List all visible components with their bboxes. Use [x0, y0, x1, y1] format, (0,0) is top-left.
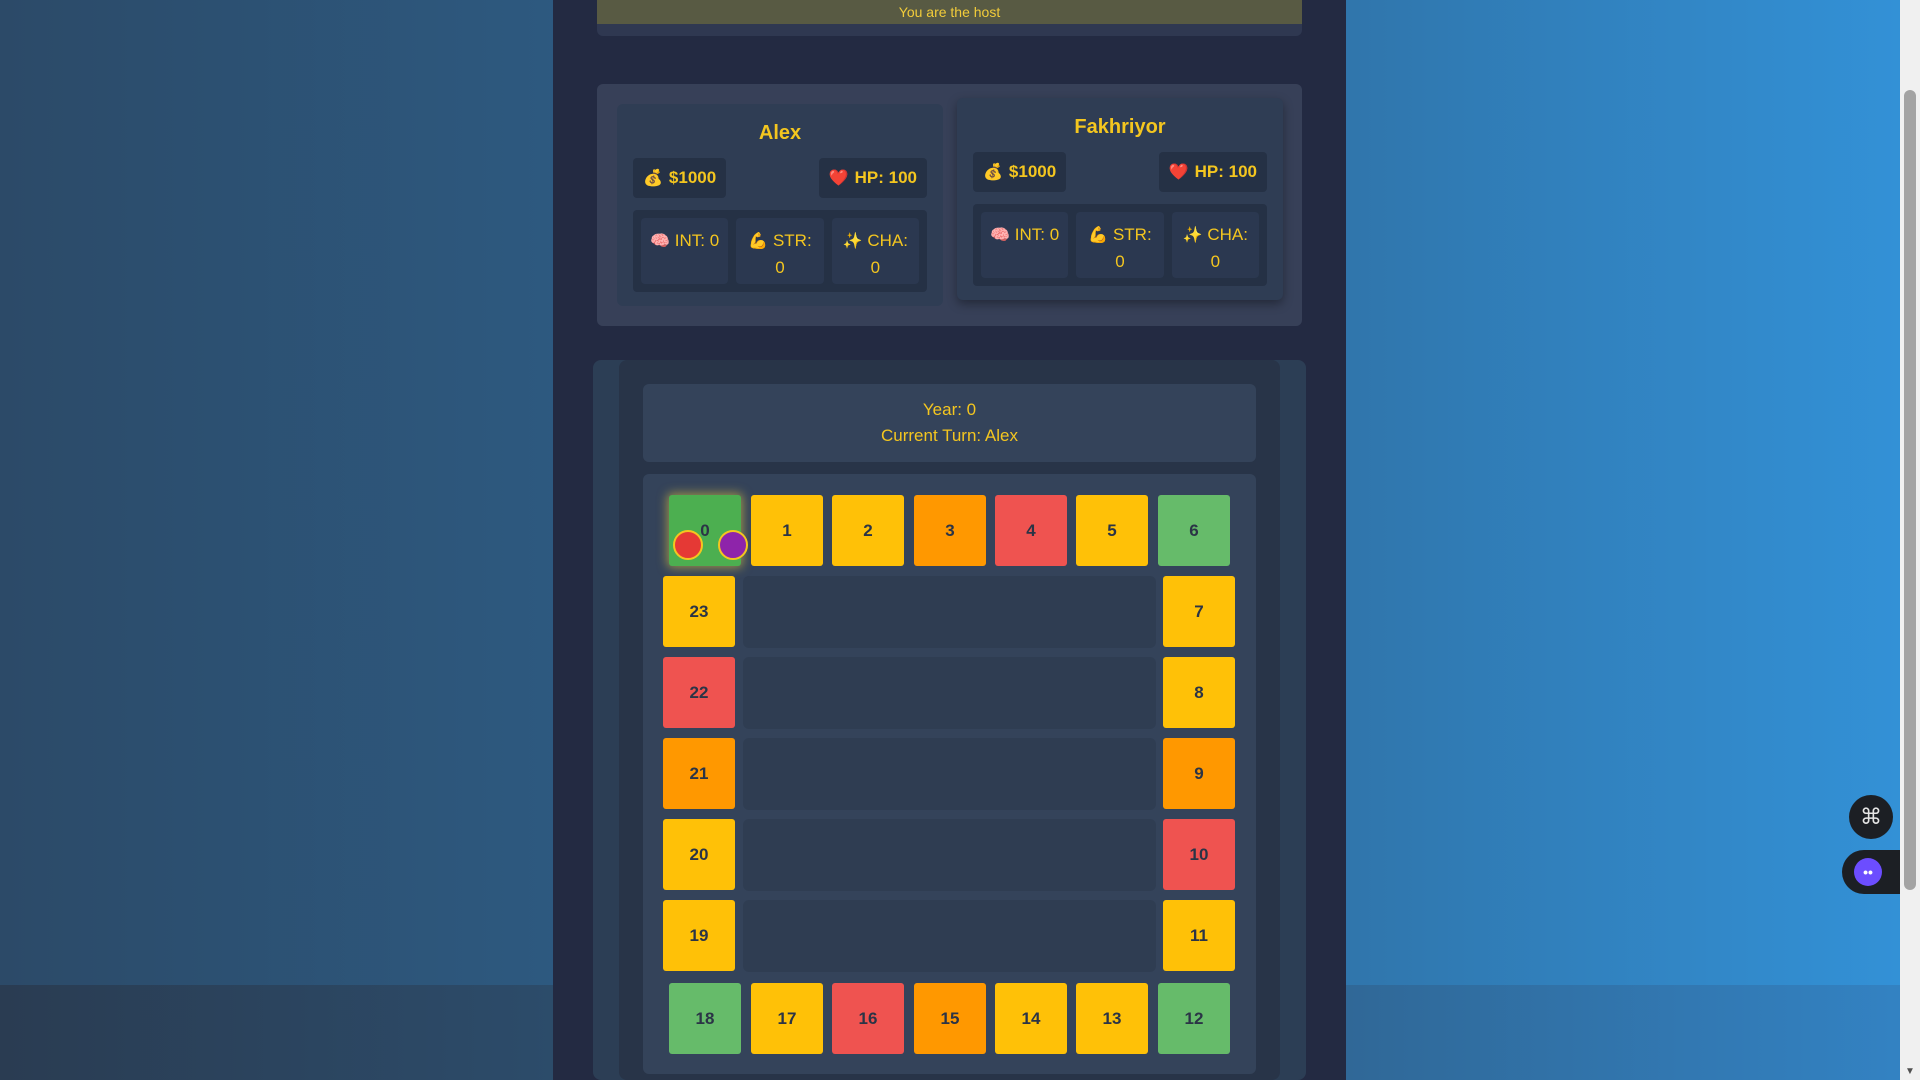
board-tile-18: 18	[669, 983, 741, 1054]
game-board: 0 1 2 3 4 5 6 7 8 9 10 11 12 13 14 15 16 17 18 19 20 21 22 23	[643, 474, 1256, 1074]
player-token-alex	[673, 530, 703, 560]
assistant-face-icon: ••	[1854, 858, 1882, 886]
brain-icon: 🧠	[650, 233, 671, 250]
board-tile-10: 10	[1163, 819, 1235, 890]
board-center-lane	[743, 738, 1156, 810]
brain-icon: 🧠	[990, 227, 1011, 244]
board-tile-8: 8	[1163, 657, 1235, 728]
board-center-lane	[743, 576, 1156, 648]
player-token-fakhriyor	[718, 530, 748, 560]
board-tile-17: 17	[751, 983, 823, 1054]
board-tile-23: 23	[663, 576, 735, 647]
stats-row: 🧠 INT: 0 💪 STR: 0 ✨ CHA: 0	[633, 210, 927, 292]
board-tile-22: 22	[663, 657, 735, 728]
hp-chip: ❤️ HP: 100	[818, 158, 927, 198]
scrollbar-thumb[interactable]	[1904, 90, 1916, 890]
players-panel: Alex 💰 $1000 ❤️ HP: 100 🧠 INT: 0 💪 STR: …	[597, 84, 1302, 326]
year-label: Year: 0	[922, 400, 977, 419]
board-tile-1: 1	[751, 495, 823, 566]
board-tile-7: 7	[1163, 576, 1235, 647]
money-chip: 💰 $1000	[973, 152, 1067, 192]
stat-int: 🧠 INT: 0	[981, 212, 1069, 278]
board-tile-15: 15	[914, 983, 986, 1054]
stat-int: 🧠 INT: 0	[641, 218, 729, 284]
board-tile-2: 2	[832, 495, 904, 566]
host-banner: You are the host	[597, 0, 1302, 36]
flexed-biceps-icon: 💪	[1088, 227, 1109, 244]
heart-icon: ❤️	[828, 170, 849, 187]
page-scrollbar[interactable]: ▼	[1900, 0, 1920, 1080]
player-name: Alex	[758, 122, 802, 144]
player-card-alex: Alex 💰 $1000 ❤️ HP: 100 🧠 INT: 0 💪 STR: …	[617, 104, 943, 306]
board-tile-6: 6	[1158, 495, 1230, 566]
board-tile-12: 12	[1158, 983, 1230, 1054]
money-value: $1000	[668, 168, 717, 187]
flexed-biceps-icon: 💪	[748, 233, 769, 250]
board-center-lane	[743, 819, 1156, 891]
player-card-fakhriyor: Fakhriyor 💰 $1000 ❤️ HP: 100 🧠 INT: 0 💪 …	[957, 98, 1283, 300]
current-turn-label: Current Turn: Alex	[880, 426, 1018, 445]
board-tile-5: 5	[1076, 495, 1148, 566]
board-center-lane	[743, 900, 1156, 972]
money-chip: 💰 $1000	[633, 158, 727, 198]
assistant-tab[interactable]: ••	[1842, 850, 1900, 894]
heart-icon: ❤️	[1168, 164, 1189, 181]
board-tile-20: 20	[663, 819, 735, 890]
money-bag-icon: 💰	[643, 170, 663, 187]
board-tile-21: 21	[663, 738, 735, 809]
board-tile-13: 13	[1076, 983, 1148, 1054]
command-menu-button[interactable]: ⌘	[1849, 795, 1893, 839]
board-center-lane	[743, 657, 1156, 729]
hp-value: HP: 100	[854, 168, 917, 187]
board-tile-9: 9	[1163, 738, 1235, 809]
money-bag-icon: 💰	[983, 164, 1003, 181]
hp-chip: ❤️ HP: 100	[1158, 152, 1267, 192]
money-value: $1000	[1008, 162, 1057, 181]
sparkles-icon: ✨	[1182, 227, 1203, 244]
hp-value: HP: 100	[1194, 162, 1257, 181]
stat-cha: ✨ CHA: 0	[1171, 212, 1259, 278]
board-tile-19: 19	[663, 900, 735, 971]
stat-str: 💪 STR: 0	[736, 218, 824, 284]
stats-row: 🧠 INT: 0 💪 STR: 0 ✨ CHA: 0	[973, 204, 1267, 286]
board-tile-3: 3	[914, 495, 986, 566]
sparkles-icon: ✨	[842, 233, 863, 250]
board-tile-14: 14	[995, 983, 1067, 1054]
board-tile-11: 11	[1163, 900, 1235, 971]
board-tile-16: 16	[832, 983, 904, 1054]
stat-cha: ✨ CHA: 0	[831, 218, 919, 284]
host-banner-text: You are the host	[597, 0, 1302, 24]
scroll-down-arrow-icon[interactable]: ▼	[1900, 1062, 1920, 1080]
game-info: Year: 0 Current Turn: Alex	[643, 384, 1256, 462]
player-name: Fakhriyor	[1074, 116, 1166, 138]
stat-str: 💪 STR: 0	[1076, 212, 1164, 278]
board-tile-4: 4	[995, 495, 1067, 566]
